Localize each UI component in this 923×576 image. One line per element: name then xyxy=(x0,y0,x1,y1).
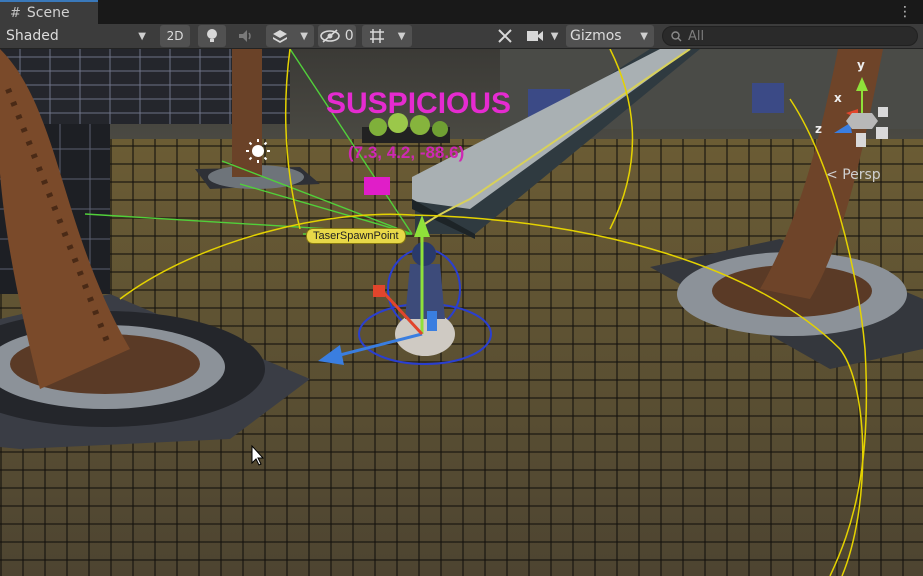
scene-toolbar: Shaded ▼ 2D ▼ 0 ▼ ▼ Gizmos ▼ All xyxy=(0,24,923,49)
gizmos-label: Gizmos xyxy=(570,28,622,44)
effects-icon xyxy=(273,30,288,43)
spawn-radius-arc xyxy=(284,49,301,230)
chevron-down-icon: ▼ xyxy=(300,30,308,42)
axis-x-label[interactable]: x xyxy=(834,91,842,105)
chevron-down-icon: ▼ xyxy=(640,30,648,42)
gizmos-dropdown[interactable]: Gizmos ▼ xyxy=(566,25,654,47)
camera-dropdown[interactable]: ▼ xyxy=(522,25,562,47)
chevron-down-icon: ▼ xyxy=(550,30,559,42)
suspicious-status-label: SUSPICIOUS xyxy=(326,87,512,120)
scene-window: # Scene ⋮ Shaded ▼ 2D ▼ 0 ▼ ▼ Gizmos ▼ A… xyxy=(0,0,923,576)
grid-dropdown[interactable]: ▼ xyxy=(362,25,412,47)
shading-mode-dropdown[interactable]: Shaded ▼ xyxy=(2,25,152,47)
grid-icon xyxy=(369,29,384,43)
visibility-toggle-button[interactable]: 0 xyxy=(318,25,356,47)
axis-y-label[interactable]: y xyxy=(857,58,865,72)
search-input[interactable]: All xyxy=(662,26,918,46)
mouse-cursor xyxy=(251,444,265,466)
audio-toggle-button[interactable] xyxy=(232,25,260,47)
suspicious-coords-label: (7.3, 4.2, -88.6) xyxy=(348,143,465,162)
audio-icon xyxy=(239,30,251,42)
hash-icon: # xyxy=(10,5,21,21)
camera-icon xyxy=(526,31,543,41)
back-window xyxy=(752,83,784,113)
projection-label: Persp xyxy=(842,167,881,183)
scene-viewport[interactable]: SUSPICIOUS (7.3, 4.2, -88.6) TaserSpawnP… xyxy=(0,49,923,576)
tools-icon xyxy=(498,29,512,43)
tools-button[interactable] xyxy=(492,25,518,47)
lightbulb-icon xyxy=(207,29,217,42)
suspicious-marker xyxy=(364,177,390,195)
visibility-icon xyxy=(320,29,341,43)
taser-spawn-point-label[interactable]: TaserSpawnPoint xyxy=(306,228,406,244)
hidden-count: 0 xyxy=(344,28,354,44)
tab-scene-label: Scene xyxy=(26,5,70,21)
chevron-down-icon: ▼ xyxy=(397,30,406,42)
toggle-2d-button[interactable]: 2D xyxy=(160,25,190,47)
scene-geometry xyxy=(0,49,923,576)
effects-dropdown[interactable]: ▼ xyxy=(266,25,314,47)
search-placeholder: All xyxy=(688,28,705,44)
kebab-menu-icon[interactable]: ⋮ xyxy=(898,4,913,20)
search-icon xyxy=(671,30,682,41)
axis-z-label[interactable]: z xyxy=(815,122,822,136)
tab-scene[interactable]: # Scene xyxy=(0,0,98,24)
chevron-down-icon: ▼ xyxy=(138,30,146,42)
lighting-toggle-button[interactable] xyxy=(198,25,226,47)
shading-mode-value: Shaded xyxy=(6,28,59,44)
projection-toggle[interactable]: < Persp xyxy=(826,167,881,183)
toggle-2d-label: 2D xyxy=(166,29,184,43)
tab-strip: # Scene ⋮ xyxy=(0,0,923,24)
